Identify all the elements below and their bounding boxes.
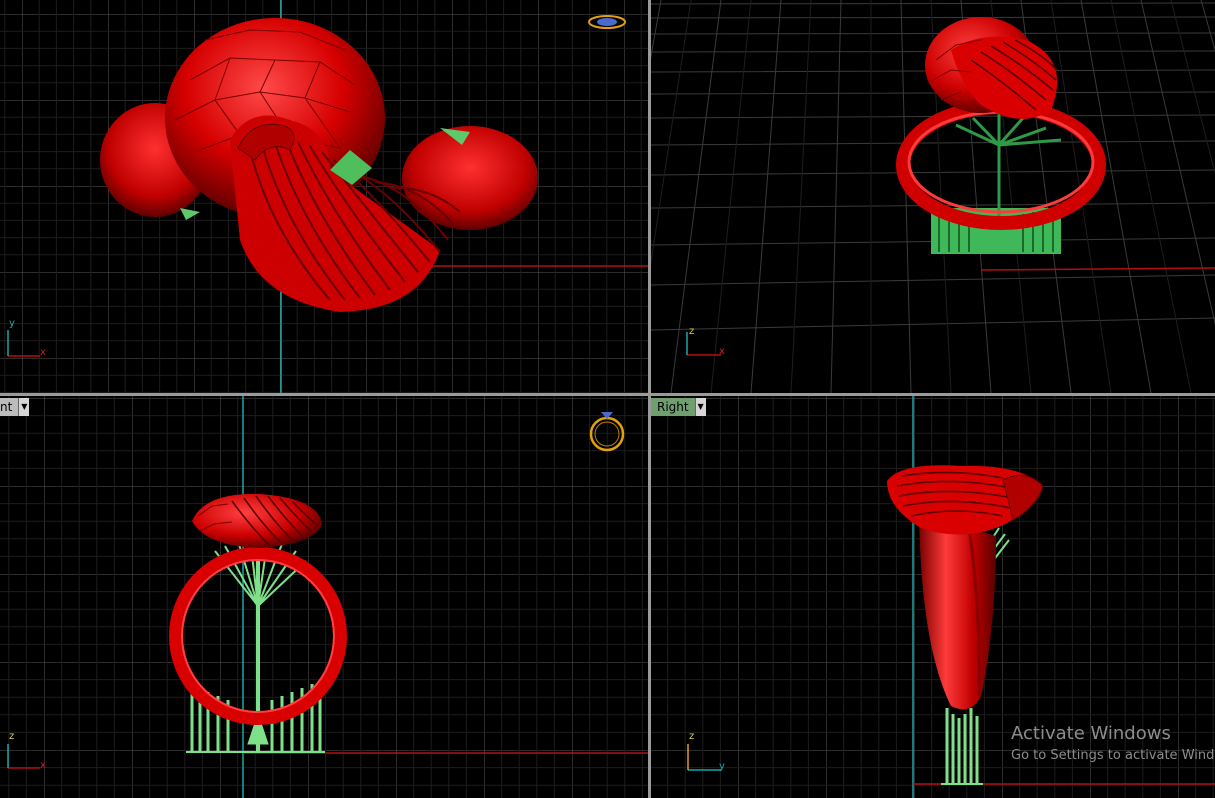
viewport-divider-vertical[interactable] xyxy=(648,0,651,798)
viewport-front[interactable]: nt ▼ z x xyxy=(0,396,648,798)
chevron-down-icon[interactable]: ▼ xyxy=(18,398,30,416)
viewport-perspective-canvas[interactable] xyxy=(651,0,1215,393)
viewport-perspective[interactable]: z x xyxy=(651,0,1215,393)
ring-model-perspective[interactable] xyxy=(896,17,1106,230)
axis-label-horizontal: x xyxy=(40,347,46,358)
viewport-front-canvas[interactable] xyxy=(0,396,648,798)
viewport-tab-label[interactable]: Right xyxy=(651,398,695,416)
viewport-tab-label[interactable]: nt xyxy=(0,398,19,416)
axis-label-vertical: z xyxy=(689,326,695,337)
chevron-down-icon[interactable]: ▼ xyxy=(694,398,706,416)
viewport-tab-right[interactable]: Right ▼ xyxy=(651,398,706,416)
axis-label-vertical: z xyxy=(689,731,695,742)
viewport-top-canvas[interactable] xyxy=(0,0,648,393)
x-axis-line xyxy=(980,267,1215,271)
viewport-divider-horizontal[interactable] xyxy=(0,393,1215,396)
axis-label-vertical: y xyxy=(9,318,15,329)
viewport-tab-front[interactable]: nt ▼ xyxy=(0,398,30,416)
activation-watermark-title: Activate Windows xyxy=(1011,723,1171,744)
activation-watermark-subtitle: Go to Settings to activate Windows. xyxy=(1011,748,1215,763)
axis-label-horizontal: y xyxy=(719,761,725,772)
axis-label-vertical: z xyxy=(9,731,15,742)
axis-label-horizontal: x xyxy=(719,346,725,357)
axis-label-horizontal: x xyxy=(40,760,46,771)
viewport-top[interactable]: y x xyxy=(0,0,648,393)
